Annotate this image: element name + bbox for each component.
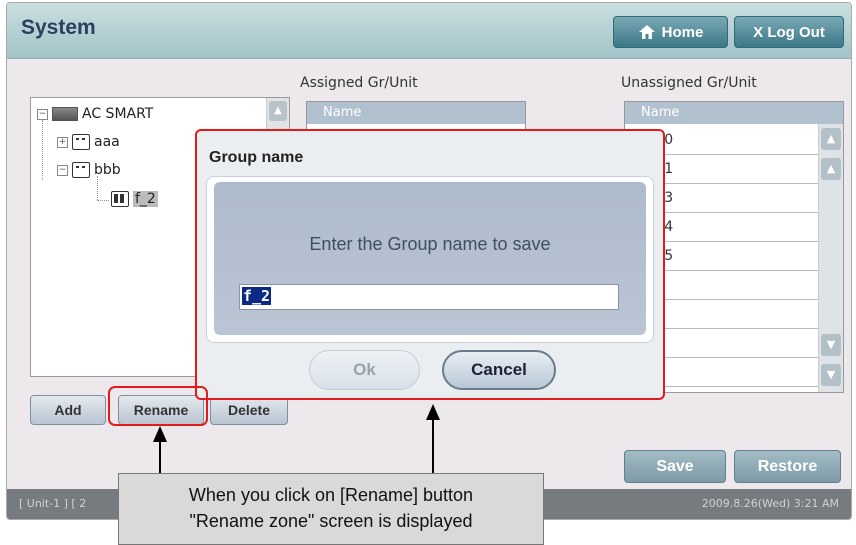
arrow-up-icon [426,404,440,420]
collapse-icon[interactable]: − [57,164,68,176]
controller-icon [52,107,78,121]
title-bar: System Home X Log Out [7,3,851,59]
ok-button[interactable]: Ok [309,350,420,390]
save-button[interactable]: Save [624,450,726,483]
group-name-input[interactable]: f_2 [239,284,619,310]
dialog-prompt: Enter the Group name to save [309,234,551,254]
cancel-button[interactable]: Cancel [442,350,556,390]
group-name-dialog: Group name Enter the Group name to save … [195,129,665,400]
scroll-up-icon[interactable]: ▲ [821,158,841,180]
status-unit: [ Unit-1 ] [ 2 [19,497,87,510]
home-button-label: Home [661,23,704,41]
home-icon [638,25,655,39]
rename-highlight [108,386,208,426]
tree-node-bbb[interactable]: − bbb [57,162,121,178]
tree-node-label: f_2 [133,191,158,207]
dialog-panel: Enter the Group name to save [206,176,654,343]
collapse-icon[interactable]: − [37,108,48,120]
scroll-down-icon[interactable]: ▼ [821,334,841,356]
dialog-title: Group name [209,149,304,166]
unassigned-column-header: Name [625,102,843,124]
group-icon [111,191,129,207]
tree-node-label: aaa [94,134,120,150]
arrow-line [159,440,161,474]
instruction-callout: When you click on [Rename] button "Renam… [118,473,544,545]
tree-node-label: bbb [94,162,121,178]
arrow-line [432,418,434,474]
tree-node-aaa[interactable]: + aaa [57,134,120,150]
logout-button-label: X Log Out [753,23,825,41]
assigned-column-header: Name [307,102,525,124]
scroll-bottom-icon[interactable]: ▼ [821,364,841,386]
scroll-top-icon[interactable]: ▲ [269,101,287,121]
unit-icon [72,134,90,150]
tree-line [97,200,109,201]
tree-node-f2[interactable]: f_2 [111,191,158,207]
status-datetime: 2009.8.26(Wed) 3:21 AM [701,497,839,510]
arrow-up-icon [153,426,167,442]
tree-line [97,176,98,200]
assigned-heading: Assigned Gr/Unit [300,75,418,91]
scroll-top-icon[interactable]: ▲ [821,128,841,150]
expand-icon[interactable]: + [57,136,68,148]
callout-line-2: "Rename zone" screen is displayed [189,511,473,531]
callout-line-1: When you click on [Rename] button [188,485,474,505]
home-button[interactable]: Home [613,16,728,48]
add-button[interactable]: Add [30,395,106,425]
restore-button[interactable]: Restore [734,450,841,483]
tree-node-label: AC SMART [82,106,154,122]
unit-icon [72,162,90,178]
page-title: System [21,16,96,39]
unassigned-scrollbar[interactable]: ▲ ▲ ▼ ▼ [818,124,843,392]
tree-node-root[interactable]: − AC SMART [37,106,153,122]
dialog-inner: Enter the Group name to save [214,182,646,335]
group-name-value: f_2 [242,287,272,305]
tree-line [42,120,43,180]
logout-button[interactable]: X Log Out [734,16,844,48]
unassigned-heading: Unassigned Gr/Unit [621,75,757,91]
